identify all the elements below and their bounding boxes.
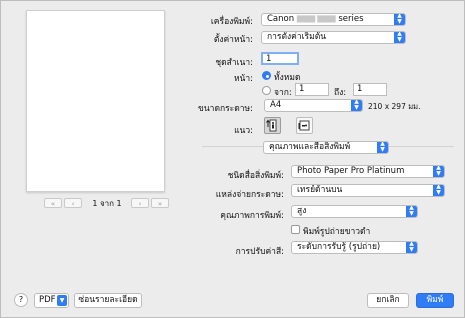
paper-size-select[interactable]: A4 ▲ ▼ <box>264 99 363 112</box>
orientation-label: แนว: <box>234 126 253 136</box>
pages-from-label: จาก: <box>274 88 292 98</box>
pages-all-radio[interactable] <box>262 71 271 80</box>
presets-select[interactable]: การตั้งค่าเริ่มต้น ▲ ▼ <box>261 31 406 44</box>
chevron-updown-icon: ▲ ▼ <box>433 185 444 196</box>
print-dialog: « ‹ 1 จาก 1 › » เครื่องพิมพ์: Canon ████… <box>0 0 465 318</box>
cancel-button[interactable]: ยกเลิก <box>367 293 409 308</box>
panel-value: คุณภาพและสื่อสิ่งพิมพ์ <box>269 142 351 152</box>
paper-source-select[interactable]: เทรย์ด้านบน ▲ ▼ <box>291 184 445 197</box>
media-type-value: Photo Paper Pro Platinum <box>297 166 405 176</box>
chevron-updown-icon: ▲ ▼ <box>433 166 444 177</box>
pages-from-field[interactable]: 1 <box>295 83 329 96</box>
help-button[interactable]: ? <box>14 293 28 307</box>
copies-label: ชุดสำเนา: <box>215 58 253 68</box>
printer-model-redacted: ████ ████ <box>296 16 336 23</box>
pdf-label: PDF <box>39 295 56 305</box>
color-adjust-label: การปรับค่าสี: <box>235 247 284 257</box>
print-quality-label: คุณภาพการพิมพ์: <box>220 211 284 221</box>
pages-all-label: ทั้งหมด <box>274 73 301 83</box>
print-quality-value: สูง <box>297 206 307 216</box>
landscape-icon <box>298 120 310 131</box>
media-type-select[interactable]: Photo Paper Pro Platinum ▲ ▼ <box>291 165 445 178</box>
chevron-updown-icon: ▲ ▼ <box>406 206 417 217</box>
printer-label: เครื่องพิมพ์: <box>210 17 253 27</box>
chevron-updown-icon: ▲ ▼ <box>351 100 362 111</box>
grayscale-label: พิมพ์รูปถ่ายขาวดำ <box>303 227 371 237</box>
printer-name: Canon <box>267 14 295 24</box>
last-page-button[interactable]: » <box>151 198 169 208</box>
paper-source-label: แหล่งจ่ายกระดาษ: <box>215 190 284 200</box>
media-type-label: ชนิดสื่อสิ่งพิมพ์: <box>227 171 284 181</box>
page-indicator: 1 จาก 1 <box>92 199 122 208</box>
orientation-landscape-button[interactable] <box>296 117 313 134</box>
next-page-button[interactable]: › <box>131 198 149 208</box>
color-adjust-select[interactable]: ระดับการรับรู้ (รูปถ่าย) ▲ ▼ <box>291 241 418 254</box>
printer-series: series <box>338 14 364 24</box>
paper-source-value: เทรย์ด้านบน <box>297 185 343 195</box>
orientation-portrait-button[interactable] <box>264 117 281 134</box>
portrait-icon <box>266 119 277 132</box>
paper-size-label: ขนาดกระดาษ: <box>198 104 253 114</box>
presets-label: ตั้งค่าหน้า: <box>213 35 253 45</box>
pages-to-label: ถึง: <box>334 88 347 98</box>
printer-select[interactable]: Canon ████ ████ series ▲ ▼ <box>261 13 406 26</box>
print-button[interactable]: พิมพ์ <box>416 293 454 308</box>
chevron-updown-icon: ▲ ▼ <box>394 32 405 43</box>
pages-range-radio[interactable] <box>262 86 271 95</box>
chevron-updown-icon: ▲ ▼ <box>394 14 405 25</box>
print-quality-select[interactable]: สูง ▲ ▼ <box>291 205 418 218</box>
chevron-updown-icon: ▲ ▼ <box>377 142 388 153</box>
copies-field[interactable]: 1 <box>261 52 299 65</box>
pdf-menu-button[interactable]: PDF ▼ <box>34 293 69 308</box>
grayscale-checkbox[interactable] <box>291 225 300 234</box>
chevron-updown-icon: ▲ ▼ <box>406 242 417 253</box>
panel-select[interactable]: คุณภาพและสื่อสิ่งพิมพ์ ▲ ▼ <box>263 141 389 154</box>
color-adjust-value: ระดับการรับรู้ (รูปถ่าย) <box>297 242 381 252</box>
paper-size-dimensions: 210 x 297 มม. <box>368 102 421 111</box>
chevron-down-icon: ▼ <box>57 295 67 306</box>
first-page-button[interactable]: « <box>44 198 62 208</box>
hide-details-button[interactable]: ซ่อนรายละเอียด <box>74 293 142 308</box>
previous-page-button[interactable]: ‹ <box>64 198 82 208</box>
presets-value: การตั้งค่าเริ่มต้น <box>267 32 327 42</box>
pages-to-field[interactable]: 1 <box>353 83 387 96</box>
page-preview <box>26 10 165 192</box>
paper-size-value: A4 <box>270 100 282 110</box>
pages-label: หน้า: <box>233 74 253 84</box>
